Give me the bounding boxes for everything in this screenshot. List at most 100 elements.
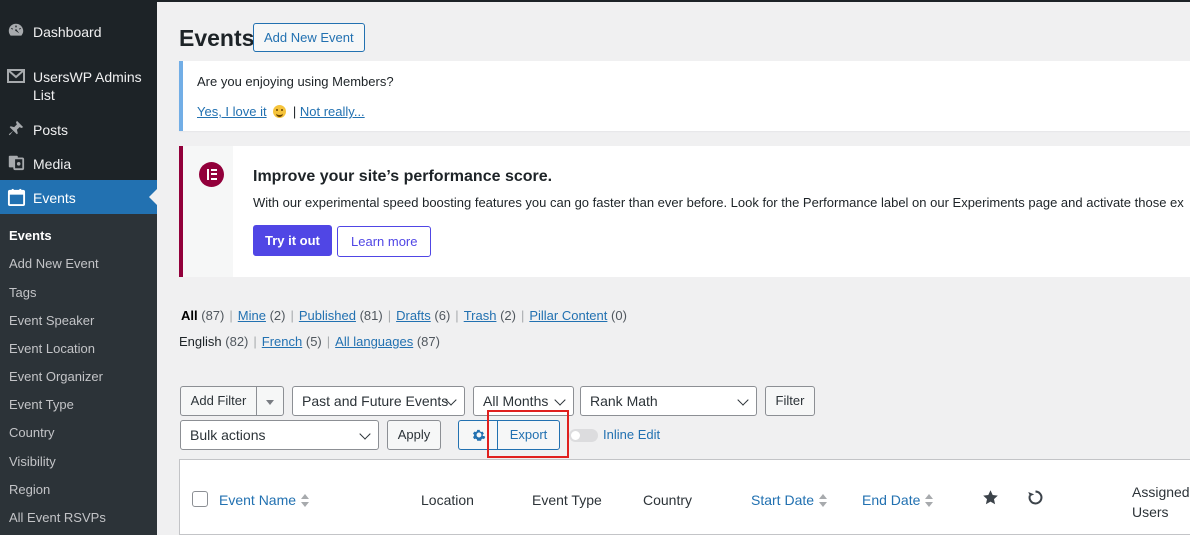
try-it-out-button[interactable]: Try it out (253, 225, 332, 256)
sidebar-item-label: Media (33, 156, 72, 172)
post-status-links: All (87) | Mine (2) | Published (81) | Drafts … (181, 308, 627, 323)
bulk-actions-value: Bulk actions (190, 427, 266, 443)
column-label: End Date (862, 492, 921, 508)
event-range-select[interactable]: Past and Future Events (292, 386, 465, 416)
calendar-icon (6, 187, 26, 207)
rank-math-select[interactable]: Rank Math (580, 386, 757, 416)
add-filter-dropdown-toggle[interactable] (256, 386, 284, 416)
filter-button[interactable]: Filter (765, 386, 815, 416)
status-pillar-content[interactable]: Pillar Content (529, 308, 607, 323)
not-really-link[interactable]: Not really... (300, 104, 365, 119)
page-title: Events (179, 25, 255, 51)
sidebar-item-label: Dashboard (33, 24, 102, 40)
lang-all-languages[interactable]: All languages (335, 334, 413, 349)
smiley-icon (273, 105, 287, 118)
submenu-item-event-location[interactable]: Event Location (9, 341, 95, 357)
status-mine[interactable]: Mine (238, 308, 266, 323)
yes-love-it-link[interactable]: Yes, I love it (197, 104, 267, 119)
sidebar-item-dashboard[interactable]: Dashboard (0, 20, 157, 44)
caret-down-icon (266, 400, 274, 405)
mail-icon (6, 66, 26, 86)
sidebar-item-events[interactable]: Events (0, 180, 157, 214)
export-button[interactable]: Export (497, 420, 560, 450)
elementor-notice: Improve your site’s performance score. W… (179, 146, 1190, 277)
status-separator: | (455, 308, 459, 323)
sidebar-item-label: Events (33, 190, 76, 206)
apply-button[interactable]: Apply (387, 420, 441, 450)
status-separator: | (520, 308, 525, 323)
events-submenu: Events Add New Event Tags Event Speaker … (0, 214, 157, 535)
column-end-date[interactable]: End Date (862, 492, 934, 508)
status-separator: | (387, 308, 392, 323)
status-separator: | (290, 308, 294, 323)
star-icon[interactable] (982, 489, 999, 509)
language-links: English (82) | French (5) | All languages (8… (179, 334, 440, 349)
sidebar-item-label: UsersWP Admins List (33, 69, 142, 103)
column-country: Country (643, 492, 693, 508)
status-drafts[interactable]: Drafts (396, 308, 431, 323)
status-count: (87) (201, 308, 225, 323)
months-value: All Months (483, 393, 549, 409)
column-assigned-users: Assigned Users (1132, 484, 1190, 520)
status-count: (2) (500, 308, 516, 323)
elementor-logo-icon (199, 162, 224, 187)
events-table: Event Name Location Event Type Country S… (179, 459, 1190, 535)
lang-french[interactable]: French (262, 334, 302, 349)
sort-icon (819, 494, 828, 508)
notice-question: Are you enjoying using Members? (197, 74, 394, 89)
sidebar-item-userswp-admins-list[interactable]: UsersWP Admins List (0, 64, 157, 104)
submenu-item-all-event-rsvps[interactable]: All Event RSVPs (9, 510, 106, 526)
inline-edit-label[interactable]: Inline Edit (603, 427, 660, 442)
status-trash[interactable]: Trash (464, 308, 497, 323)
add-new-event-button[interactable]: Add New Event (253, 23, 365, 52)
add-filter-button[interactable]: Add Filter (180, 386, 257, 416)
status-count: (0) (611, 308, 627, 323)
inline-edit-toggle[interactable] (569, 429, 598, 442)
sidebar-item-media[interactable]: Media (0, 152, 157, 176)
lang-separator: | (253, 334, 257, 349)
submenu-item-tags[interactable]: Tags (9, 285, 36, 301)
event-range-value: Past and Future Events (302, 393, 449, 409)
column-event-name[interactable]: Event Name (219, 492, 310, 508)
lang-count: (87) (416, 334, 440, 349)
submenu-item-event-speaker[interactable]: Event Speaker (9, 313, 94, 329)
submenu-item-visibility[interactable]: Visibility (9, 454, 56, 470)
chevron-down-icon (554, 394, 566, 406)
column-label: Start Date (751, 492, 815, 508)
notice-icon-pane (183, 146, 233, 277)
admin-sidebar: Dashboard UsersWP Admins List Posts Medi… (0, 0, 157, 535)
lang-english[interactable]: English (179, 334, 222, 349)
sidebar-item-posts[interactable]: Posts (0, 118, 157, 142)
media-icon (6, 152, 26, 172)
column-event-type: Event Type (532, 492, 602, 508)
learn-more-button[interactable]: Learn more (337, 226, 432, 257)
status-published[interactable]: Published (299, 308, 356, 323)
sort-icon (301, 494, 310, 508)
pin-icon (6, 118, 26, 138)
notice-description: With our experimental speed boosting fea… (253, 195, 1184, 210)
export-settings-button[interactable] (458, 420, 498, 450)
submenu-item-add-new-event[interactable]: Add New Event (9, 256, 99, 272)
refresh-icon[interactable] (1027, 489, 1044, 509)
bulk-actions-select[interactable]: Bulk actions (180, 420, 379, 450)
column-location: Location (421, 492, 474, 508)
select-all-checkbox[interactable] (192, 491, 208, 507)
dashboard-icon (6, 20, 26, 40)
notice-links: Yes, I love it | Not really... (197, 104, 365, 119)
status-all[interactable]: All (181, 308, 198, 323)
members-notice: Are you enjoying using Members? Yes, I l… (179, 61, 1190, 131)
status-separator: | (229, 308, 233, 323)
status-count: (81) (359, 308, 383, 323)
months-select[interactable]: All Months (473, 386, 574, 416)
submenu-item-event-type[interactable]: Event Type (9, 397, 74, 413)
submenu-item-region[interactable]: Region (9, 482, 50, 498)
submenu-item-event-organizer[interactable]: Event Organizer (9, 369, 103, 385)
top-bar-edge (0, 0, 1190, 2)
submenu-item-country[interactable]: Country (9, 425, 55, 441)
column-start-date[interactable]: Start Date (751, 492, 828, 508)
sort-icon (925, 494, 934, 508)
chevron-down-icon (737, 394, 749, 406)
lang-separator: | (326, 334, 331, 349)
sidebar-item-label: Posts (33, 122, 69, 138)
submenu-item-events[interactable]: Events (9, 228, 52, 244)
